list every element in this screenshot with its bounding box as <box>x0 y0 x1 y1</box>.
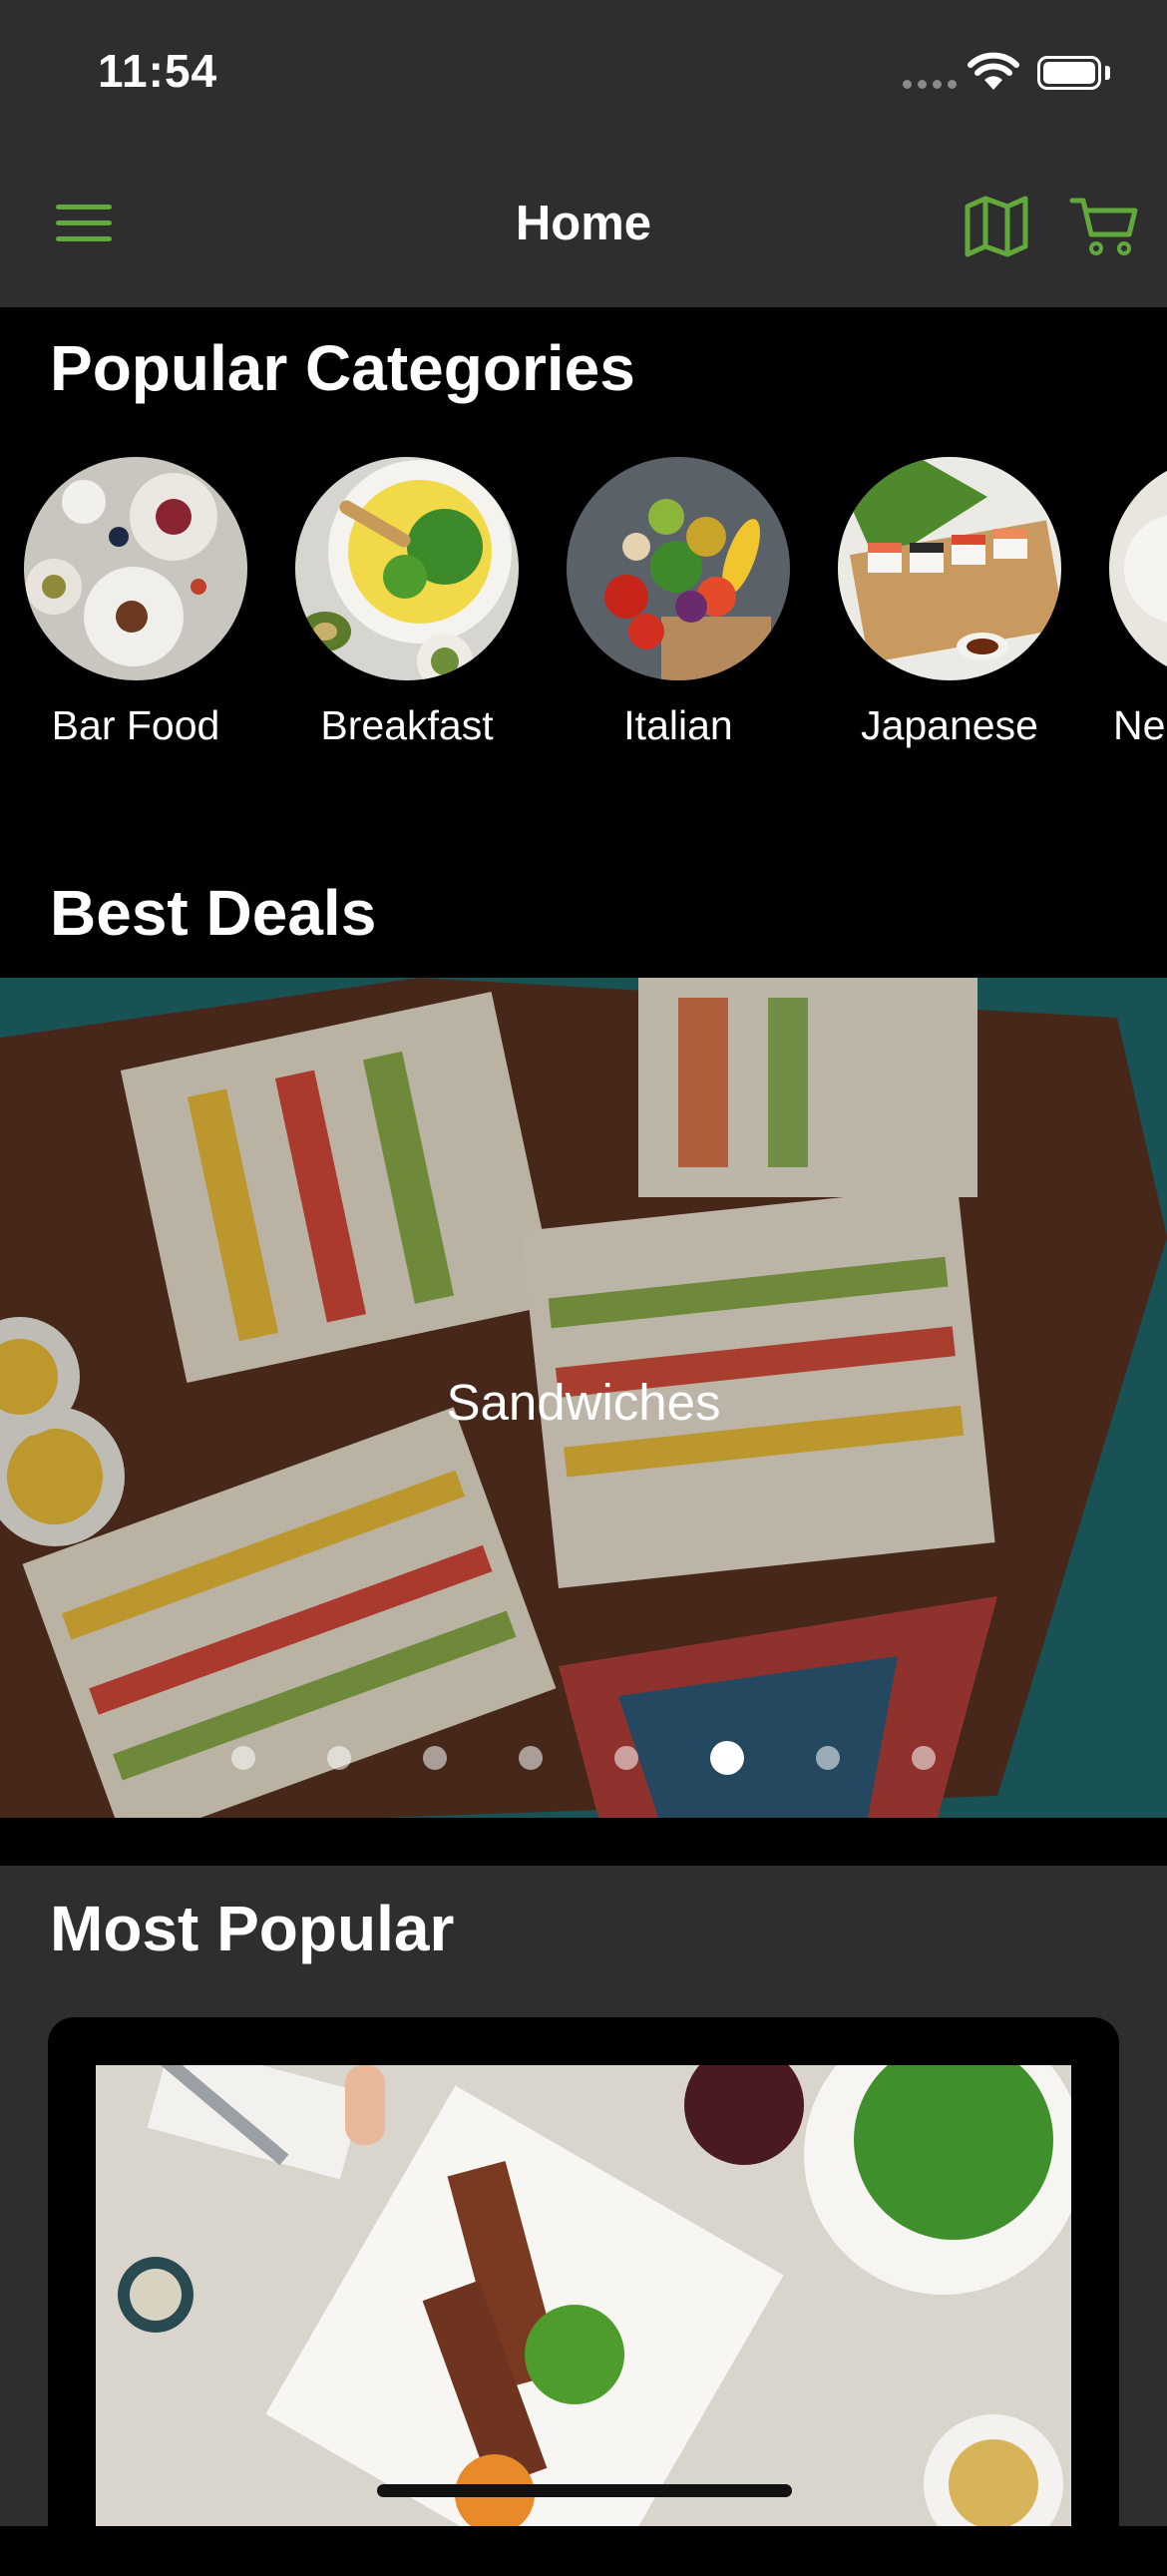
page-dot-active[interactable] <box>710 1741 744 1775</box>
category-image-bar-food <box>24 457 247 680</box>
page-dot[interactable] <box>912 1746 936 1770</box>
page-dot[interactable] <box>231 1746 255 1770</box>
page-dot[interactable] <box>816 1746 840 1770</box>
page-dot[interactable] <box>519 1746 543 1770</box>
category-label: Bar Food <box>51 702 220 748</box>
category-label: Breakfast <box>320 702 494 748</box>
category-label: Ne <box>1113 702 1166 748</box>
category-item-bar-food[interactable]: Bar Food <box>0 457 271 749</box>
map-icon[interactable] <box>964 195 1029 258</box>
popular-categories-title: Popular Categories <box>50 332 635 404</box>
battery-cap <box>1105 66 1110 80</box>
deal-title: Sandwiches <box>446 1374 721 1431</box>
category-item-breakfast[interactable]: Breakfast <box>271 457 543 749</box>
category-image-italian <box>567 457 790 680</box>
page-dot[interactable] <box>327 1746 351 1770</box>
most-popular-title: Most Popular <box>50 1893 455 1964</box>
category-image-breakfast <box>295 457 519 680</box>
page-dot[interactable] <box>614 1746 638 1770</box>
cellular-signal-icon <box>903 80 957 89</box>
category-item-italian[interactable]: Italian <box>543 457 814 749</box>
category-label: Italian <box>623 702 733 748</box>
battery-icon <box>1037 56 1101 90</box>
best-deals-title: Best Deals <box>50 877 377 949</box>
popular-item-image[interactable] <box>96 2065 1071 2526</box>
page-dot[interactable] <box>423 1746 447 1770</box>
wifi-icon <box>968 52 1019 90</box>
status-time: 11:54 <box>98 45 218 97</box>
category-carousel[interactable]: Bar Food Breakfast Italian Japanese Ne <box>0 457 1167 756</box>
category-label: Japanese <box>861 702 1038 748</box>
best-deals-banner[interactable]: Sandwiches <box>0 978 1167 1818</box>
category-image-japanese <box>838 457 1061 680</box>
category-item-ne[interactable]: Ne <box>1085 457 1167 749</box>
category-image-ne <box>1109 457 1167 680</box>
home-indicator <box>377 2484 792 2497</box>
cart-icon[interactable] <box>1069 195 1141 258</box>
page-indicator[interactable] <box>0 1741 1167 1775</box>
category-item-japanese[interactable]: Japanese <box>814 457 1085 749</box>
